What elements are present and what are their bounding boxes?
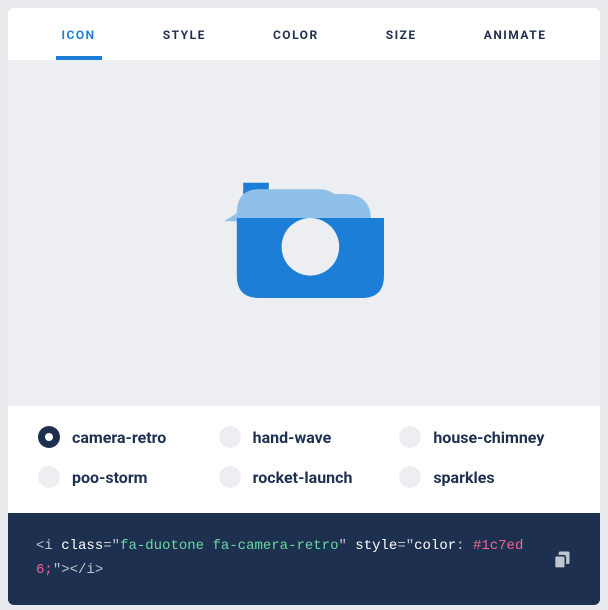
code-snippet: <i class="fa-duotone fa-camera-retro" st… bbox=[36, 535, 532, 583]
copy-icon[interactable] bbox=[552, 549, 572, 569]
radio-label: rocket-launch bbox=[253, 468, 353, 487]
radio-hand-wave[interactable]: hand-wave bbox=[219, 426, 390, 448]
radio-label: poo-storm bbox=[72, 468, 148, 487]
radio-circle-icon bbox=[219, 426, 241, 448]
radio-circle-icon bbox=[38, 426, 60, 448]
radio-label: hand-wave bbox=[253, 428, 332, 447]
radio-label: sparkles bbox=[433, 468, 494, 487]
radio-circle-icon bbox=[399, 466, 421, 488]
radio-circle-icon bbox=[38, 466, 60, 488]
icon-configurator-card: ICON STYLE COLOR SIZE ANIMATE camera-retro ha… bbox=[8, 8, 600, 605]
radio-poo-storm[interactable]: poo-storm bbox=[38, 466, 209, 488]
radio-label: house-chimney bbox=[433, 428, 544, 447]
radio-circle-icon bbox=[219, 466, 241, 488]
tab-animate[interactable]: ANIMATE bbox=[478, 8, 553, 60]
tab-bar: ICON STYLE COLOR SIZE ANIMATE bbox=[8, 8, 600, 61]
tab-color[interactable]: COLOR bbox=[267, 8, 325, 60]
radio-circle-icon bbox=[399, 426, 421, 448]
icon-preview bbox=[8, 61, 600, 406]
radio-label: camera-retro bbox=[72, 428, 166, 447]
radio-rocket-launch[interactable]: rocket-launch bbox=[219, 466, 390, 488]
radio-camera-retro[interactable]: camera-retro bbox=[38, 426, 209, 448]
tab-style[interactable]: STYLE bbox=[157, 8, 212, 60]
tab-size[interactable]: SIZE bbox=[380, 8, 423, 60]
icon-options-grid: camera-retro hand-wave house-chimney poo-st… bbox=[8, 406, 600, 513]
tab-icon[interactable]: ICON bbox=[56, 8, 102, 60]
radio-sparkles[interactable]: sparkles bbox=[399, 466, 570, 488]
code-snippet-bar: <i class="fa-duotone fa-camera-retro" st… bbox=[8, 513, 600, 605]
camera-retro-icon bbox=[224, 154, 384, 314]
radio-house-chimney[interactable]: house-chimney bbox=[399, 426, 570, 448]
